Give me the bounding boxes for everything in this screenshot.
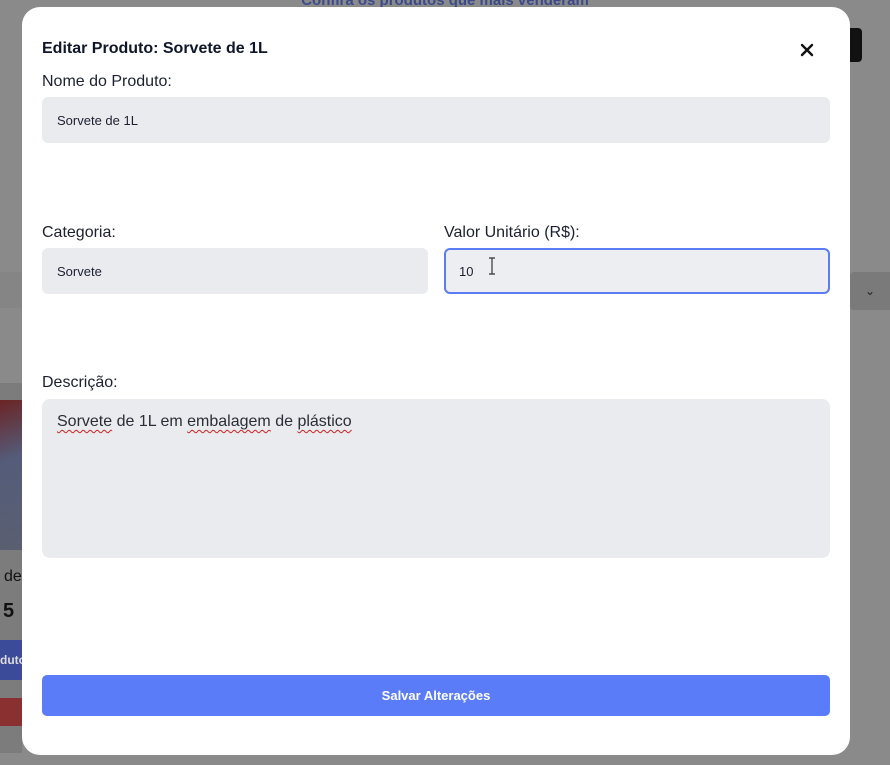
- save-changes-button[interactable]: Salvar Alterações: [42, 675, 830, 716]
- modal-title: Editar Produto: Sorvete de 1L: [42, 40, 268, 57]
- unit-price-label: Valor Unitário (R$):: [444, 224, 580, 241]
- background-filter-left: [0, 272, 22, 308]
- close-icon: [800, 43, 814, 57]
- description-word: embalagem: [187, 413, 271, 430]
- description-text: de 1L em: [112, 413, 188, 430]
- product-name-input[interactable]: [42, 97, 830, 143]
- background-product-image: [0, 400, 22, 550]
- background-card-delete-button: [0, 698, 22, 726]
- product-name-label: Nome do Produto:: [42, 73, 172, 90]
- category-input[interactable]: [42, 248, 428, 294]
- category-label: Categoria:: [42, 224, 116, 241]
- description-textarea[interactable]: Sorvete de 1L em embalagem de plástico: [42, 399, 830, 558]
- description-word: plástico: [297, 413, 352, 430]
- text-cursor-icon: [489, 257, 495, 275]
- background-card-price: 5: [3, 600, 15, 622]
- description-word: Sorvete: [57, 413, 113, 430]
- background-card-button: duto: [0, 640, 22, 680]
- background-card-text: de: [4, 568, 22, 585]
- close-button[interactable]: [796, 39, 818, 61]
- background-select: ⌄: [850, 272, 890, 310]
- description-label: Descrição:: [42, 374, 118, 391]
- description-text: de: [270, 413, 298, 430]
- unit-price-input[interactable]: [444, 248, 830, 294]
- edit-product-modal: Editar Produto: Sorvete de 1L Nome do Pr…: [22, 7, 850, 755]
